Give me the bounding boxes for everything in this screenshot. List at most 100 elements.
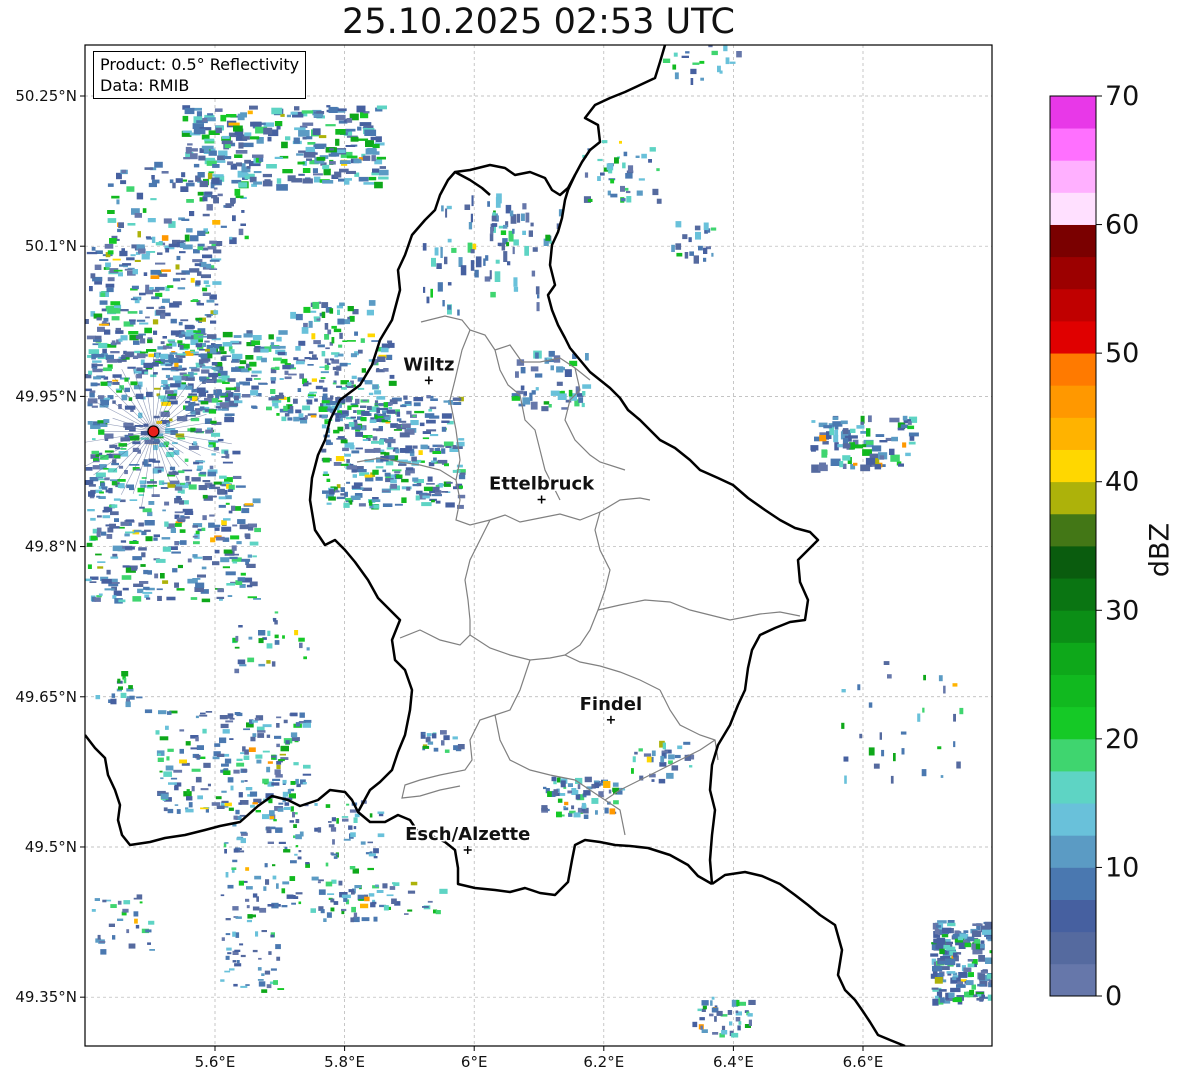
echo-cell [199, 376, 207, 382]
echo-cell [814, 436, 820, 442]
echo-cell [371, 340, 380, 342]
echo-cell [337, 309, 340, 315]
echo-cell [250, 121, 262, 127]
echo-cell [339, 332, 343, 339]
echo-cell [235, 809, 240, 815]
echo-cell [240, 954, 246, 958]
echo-cell [161, 793, 169, 799]
echo-cell [232, 960, 237, 963]
echo-cell [441, 740, 445, 746]
echo-cell [603, 781, 611, 788]
echo-cell [168, 243, 178, 248]
echo-cell [124, 533, 130, 537]
echo-cell [248, 747, 256, 752]
echo-cell [107, 218, 117, 223]
echo-cell [149, 949, 155, 951]
echo-cell [296, 153, 304, 156]
echo-cell [311, 378, 317, 382]
echo-cell [247, 657, 255, 663]
echo-cell [627, 165, 634, 173]
echo-cell [246, 584, 253, 588]
echo-cell [346, 340, 356, 342]
echo-cell [383, 905, 389, 911]
echo-cell [334, 489, 339, 493]
echo-cell [157, 469, 162, 473]
echo-cell [373, 856, 378, 859]
echo-cell [367, 333, 375, 338]
echo-cell [535, 387, 539, 391]
echo-cell [252, 802, 258, 805]
echo-cell [93, 339, 102, 342]
echo-cell [236, 960, 240, 964]
echo-cell [350, 416, 356, 419]
echo-cell [294, 106, 300, 111]
echo-cell [453, 401, 462, 405]
echo-cell [214, 743, 221, 747]
echo-cell [252, 154, 264, 158]
echo-cell [372, 469, 379, 475]
echo-cell [275, 774, 283, 778]
echo-cell [383, 402, 388, 408]
echo-cell [99, 491, 104, 494]
echo-cell [119, 250, 128, 257]
echo-cell [496, 193, 502, 204]
echo-cell [199, 180, 209, 188]
echo-cell [85, 388, 92, 392]
echo-cell [987, 994, 992, 1001]
echo-cell [262, 724, 272, 728]
echo-cell [255, 931, 259, 937]
echo-cell [113, 498, 121, 501]
echo-cell [690, 78, 694, 85]
echo-cell [445, 502, 455, 508]
echo-cell [672, 64, 677, 70]
echo-cell [258, 957, 262, 960]
echo-cell [236, 162, 242, 167]
echo-cell [489, 270, 492, 280]
echo-cell [475, 256, 482, 268]
echo-cell [140, 564, 146, 567]
echo-cell [347, 382, 352, 386]
echo-cell [211, 486, 221, 489]
echo-cell [556, 381, 563, 386]
echo-cell [301, 327, 309, 334]
echo-cell [522, 203, 527, 210]
echo-cell [334, 171, 342, 178]
echo-cell [111, 582, 120, 584]
echo-cell [348, 422, 355, 427]
echo-cell [321, 400, 330, 404]
echo-cell [136, 353, 146, 359]
echo-cell [284, 363, 291, 365]
echo-cell [842, 428, 849, 435]
echo-cell [245, 984, 250, 986]
echo-cell [513, 239, 519, 246]
echo-cell [185, 741, 191, 746]
echo-cell [153, 372, 158, 375]
echo-cell [271, 782, 280, 786]
echo-cell [195, 715, 199, 719]
echo-cell [214, 303, 219, 306]
echo-cell [253, 378, 261, 380]
echo-cell [145, 251, 151, 256]
echo-cell [214, 527, 220, 531]
echo-cell [313, 340, 321, 345]
echo-cell [388, 437, 394, 439]
echo-cell [132, 596, 142, 602]
echo-cell [175, 178, 183, 183]
echo-cell [225, 720, 234, 723]
echo-cell [347, 363, 351, 365]
echo-cell [252, 555, 257, 558]
radar-map: 5.6°E 5.8°E 6°E 6.2°E 6.4°E 6.6°E50.25°N50.1°… [15, 44, 1139, 1071]
echo-cell [457, 744, 465, 750]
echo-cell [148, 182, 157, 188]
echo-cell [224, 143, 231, 149]
echo-cell [111, 504, 118, 508]
echo-cell [130, 381, 138, 386]
echo-cell [854, 444, 863, 449]
echo-cell [142, 208, 147, 213]
echo-cell [226, 583, 236, 586]
colorbar-swatch [1050, 546, 1096, 579]
colorbar: 010203040506070 [1049, 81, 1139, 1012]
echo-cell [100, 949, 107, 955]
echo-cell [251, 340, 261, 345]
echo-cell [197, 574, 206, 578]
